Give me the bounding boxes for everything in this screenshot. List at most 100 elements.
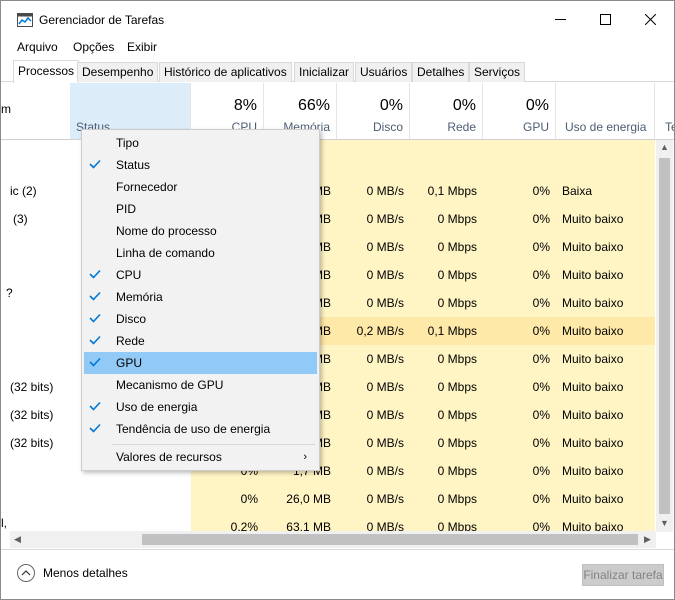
close-button[interactable] <box>627 1 673 37</box>
menu-arquivo[interactable]: Arquivo <box>17 40 58 54</box>
network-total-percent: 0% <box>452 97 476 114</box>
row-network-cell: 0 Mbps <box>437 212 477 226</box>
scroll-down-icon[interactable]: ▼ <box>660 518 669 528</box>
column-header-gpu[interactable]: 0% GPU <box>483 83 556 139</box>
checkmark-icon <box>89 159 101 169</box>
scroll-left-icon[interactable]: ◀ <box>14 534 21 545</box>
row-gpu-cell: 0% <box>532 184 550 198</box>
tab-processos[interactable]: Processos <box>13 60 80 83</box>
context-menu-item-label: Uso de energia <box>116 400 198 414</box>
maximize-icon <box>599 13 611 25</box>
row-disk-cell: 0 MB/s <box>366 352 404 366</box>
context-menu-item[interactable]: Linha de comando <box>84 242 317 264</box>
context-menu-item[interactable]: Rede <box>84 330 317 352</box>
column-header-tendencia[interactable]: Te <box>655 83 674 139</box>
context-menu-item[interactable]: CPU <box>84 264 317 286</box>
context-menu-submenu-label: Valores de recursos <box>116 450 222 464</box>
row-network-cell: 0 Mbps <box>437 268 477 282</box>
row-network-cell: 0 Mbps <box>437 240 477 254</box>
context-menu-item[interactable]: PID <box>84 198 317 220</box>
end-task-button[interactable]: Finalizar tarefa <box>582 564 664 586</box>
maximize-button[interactable] <box>582 1 628 37</box>
context-menu-item-label: Tendência de uso de energia <box>116 422 271 436</box>
left-fragment: (3) <box>13 212 28 226</box>
left-fragment: ic (2) <box>10 184 37 198</box>
context-menu-item[interactable]: Tipo <box>84 132 317 154</box>
row-gpu-cell: 0% <box>532 464 550 478</box>
checkmark-icon <box>89 357 101 367</box>
disk-total-percent: 0% <box>379 97 403 114</box>
row-disk-cell: 0 MB/s <box>366 380 404 394</box>
context-menu-item[interactable]: Fornecedor <box>84 176 317 198</box>
row-network-cell: 0 Mbps <box>437 436 477 450</box>
checkmark-icon <box>89 291 101 301</box>
left-fragment: (32 bits) <box>10 380 54 394</box>
row-network-cell: 0 Mbps <box>437 352 477 366</box>
context-menu-item-label: Fornecedor <box>116 180 178 194</box>
row-gpu-cell: 0% <box>532 408 550 422</box>
tab-desempenho[interactable]: Desempenho <box>77 62 159 82</box>
scroll-up-icon[interactable]: ▲ <box>660 142 669 152</box>
menu-exibir[interactable]: Exibir <box>127 40 157 54</box>
horizontal-scrollbar[interactable]: ◀ ▶ <box>10 531 656 548</box>
vertical-scrollbar[interactable]: ▲ ▼ <box>656 140 673 532</box>
row-disk-cell: 0 MB/s <box>366 296 404 310</box>
row-energy-cell: Baixa <box>562 184 593 198</box>
column-header-rede-label: Rede <box>447 120 476 134</box>
tab-detalhes[interactable]: Detalhes <box>412 62 470 82</box>
menu-opcoes[interactable]: Opções <box>73 40 114 54</box>
context-menu-item[interactable]: Uso de energia <box>84 396 317 418</box>
row-network-cell: 0,1 Mbps <box>427 184 477 198</box>
context-menu-submenu-valores[interactable]: Valores de recursos › <box>84 446 317 468</box>
row-disk-cell: 0 MB/s <box>366 408 404 422</box>
row-energy-cell: Muito baixo <box>562 240 624 254</box>
context-menu-item-label: Linha de comando <box>116 246 215 260</box>
row-energy-cell: Muito baixo <box>562 352 624 366</box>
fewer-details-button[interactable]: Menos detalhes <box>17 564 128 582</box>
vertical-scroll-thumb[interactable] <box>659 158 670 514</box>
left-fragment: m <box>1 102 11 116</box>
row-energy-cell: Muito baixo <box>562 436 624 450</box>
row-network-cell: 0 Mbps <box>437 520 477 533</box>
column-header-energia[interactable]: Uso de energia <box>556 83 655 139</box>
scroll-right-icon[interactable]: ▶ <box>644 534 651 545</box>
row-network-cell: 0 Mbps <box>437 492 477 506</box>
context-menu-item[interactable]: GPU <box>84 352 317 374</box>
tab-historico[interactable]: Histórico de aplicativos <box>159 62 292 82</box>
checkmark-icon <box>89 423 101 433</box>
chevron-up-icon <box>17 564 35 582</box>
context-menu-item[interactable]: Disco <box>84 308 317 330</box>
column-header-disco[interactable]: 0% Disco <box>337 83 410 139</box>
close-icon <box>644 13 656 25</box>
tab-servicos[interactable]: Serviços <box>469 62 526 82</box>
context-menu-item-label: Disco <box>116 312 147 326</box>
checkmark-icon <box>89 335 101 345</box>
context-menu-item-label: Status <box>116 158 151 172</box>
left-fragment: ? <box>6 286 13 300</box>
context-menu-item[interactable]: Tendência de uso de energia <box>84 418 317 440</box>
title-bar[interactable]: Gerenciador de Tarefas <box>1 1 674 37</box>
context-menu-item-label: Tipo <box>116 136 139 150</box>
fewer-details-label: Menos detalhes <box>43 566 128 580</box>
row-network-cell: 0 Mbps <box>437 380 477 394</box>
tab-usuarios[interactable]: Usuários <box>355 62 413 82</box>
column-header-rede[interactable]: 0% Rede <box>410 83 483 139</box>
cpu-total-percent: 8% <box>233 97 257 114</box>
context-menu-item[interactable]: Nome do processo <box>84 220 317 242</box>
row-network-cell: 0 Mbps <box>437 408 477 422</box>
horizontal-scroll-thumb[interactable] <box>142 534 638 545</box>
minimize-button[interactable] <box>537 1 583 37</box>
row-gpu-cell: 0% <box>532 212 550 226</box>
tab-inicializar[interactable]: Inicializar <box>294 62 355 82</box>
context-menu-separator <box>112 444 315 445</box>
row-cpu-cell: 0,2% <box>230 520 258 533</box>
left-fragment: (32 bits) <box>10 408 54 422</box>
context-menu-item[interactable]: Status <box>84 154 317 176</box>
context-menu-item[interactable]: Memória <box>84 286 317 308</box>
context-menu-item-label: Memória <box>116 290 163 304</box>
context-menu-item[interactable]: Mecanismo de GPU <box>84 374 317 396</box>
gpu-total-percent: 0% <box>525 97 549 114</box>
submenu-arrow-icon: › <box>303 451 307 463</box>
minimize-icon <box>554 18 566 20</box>
left-fragment: l, <box>1 516 7 530</box>
